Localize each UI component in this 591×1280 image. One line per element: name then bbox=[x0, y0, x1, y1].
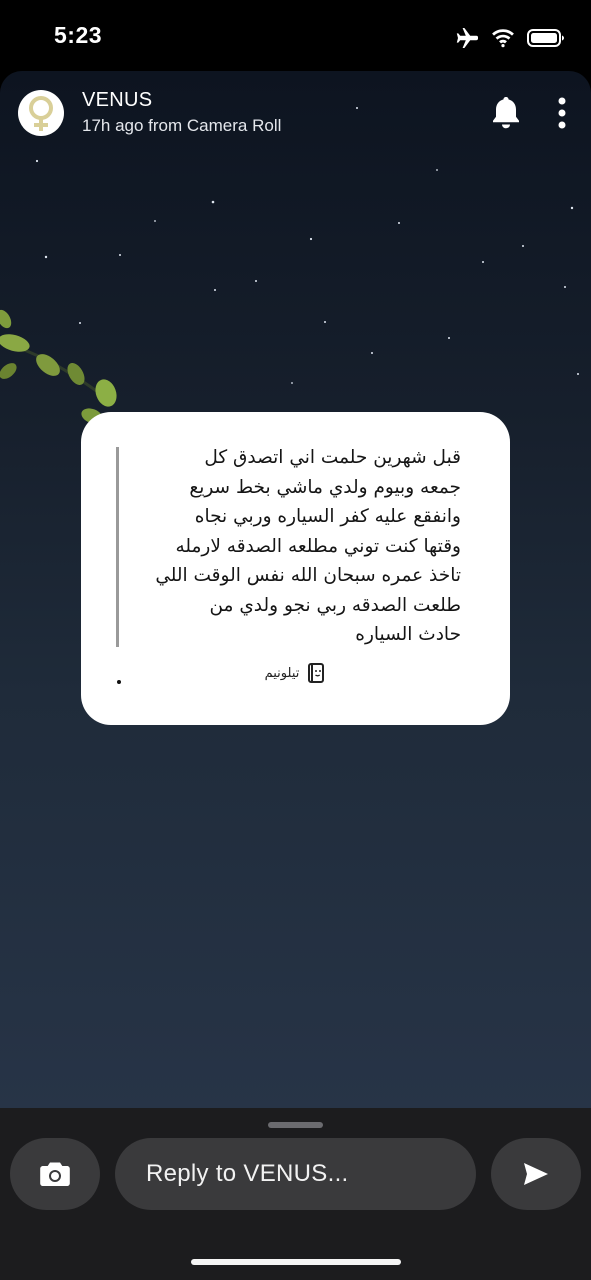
more-vertical-icon[interactable] bbox=[551, 96, 573, 130]
status-bar: 5:23 bbox=[0, 0, 591, 72]
story-header: VENUS 17h ago from Camera Roll bbox=[0, 71, 591, 161]
telonym-logo-icon bbox=[308, 663, 325, 683]
telonym-tag[interactable]: تيلونيم bbox=[246, 653, 346, 693]
story-timestamp: 17h ago from Camera Roll bbox=[82, 116, 282, 135]
send-button[interactable] bbox=[491, 1138, 581, 1210]
venus-symbol-icon bbox=[29, 96, 53, 131]
drag-handle[interactable] bbox=[268, 1122, 323, 1128]
wifi-icon bbox=[492, 29, 514, 48]
send-icon bbox=[524, 1163, 548, 1185]
camera-icon bbox=[40, 1162, 70, 1186]
bell-icon[interactable] bbox=[490, 95, 522, 129]
reply-bar: Reply to VENUS... bbox=[0, 1108, 591, 1280]
status-icons bbox=[455, 24, 565, 52]
avatar[interactable] bbox=[18, 90, 64, 136]
reply-input[interactable]: Reply to VENUS... bbox=[115, 1138, 476, 1210]
tag-label: تيلونيم bbox=[264, 665, 300, 681]
reply-placeholder: Reply to VENUS... bbox=[146, 1160, 349, 1187]
story-author-name[interactable]: VENUS bbox=[82, 89, 152, 112]
airplane-icon bbox=[456, 28, 478, 48]
message-text: قبل شهرين حلمت اني اتصدق كل جمعه وبيوم و… bbox=[155, 447, 461, 645]
camera-button[interactable] bbox=[10, 1138, 100, 1210]
status-time: 5:23 bbox=[54, 22, 103, 48]
home-indicator bbox=[191, 1259, 401, 1265]
battery-icon bbox=[527, 29, 564, 47]
story-view[interactable]: VENUS 17h ago from Camera Roll قبل شهرين… bbox=[0, 71, 591, 1111]
quote-bar bbox=[116, 447, 119, 647]
message-dot bbox=[117, 680, 121, 684]
